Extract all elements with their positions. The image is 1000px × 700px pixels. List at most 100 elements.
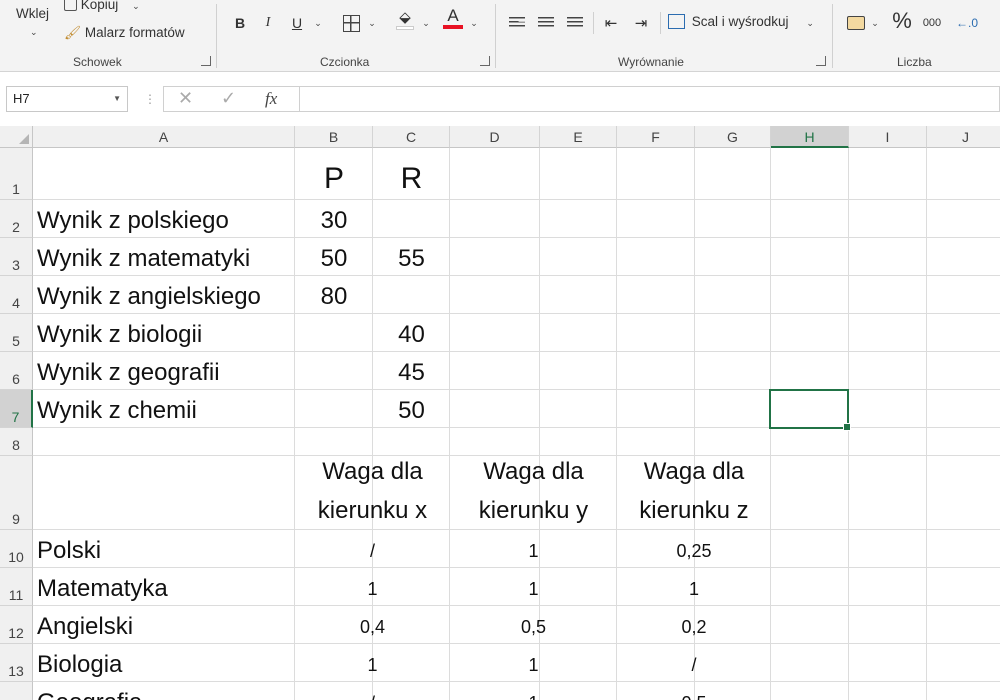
insert-function-button[interactable]: fx bbox=[265, 89, 277, 109]
cell-f14[interactable]: 0,5 bbox=[617, 682, 771, 700]
clipboard-dialog-launcher-icon[interactable] bbox=[201, 56, 211, 66]
cell-b11[interactable]: 1 bbox=[295, 568, 450, 606]
cell-b14[interactable]: / bbox=[295, 682, 450, 700]
align-center-button[interactable] bbox=[536, 11, 556, 35]
cell-f13[interactable]: / bbox=[617, 644, 771, 682]
cell-c5[interactable]: 40 bbox=[373, 314, 450, 352]
row-header-5[interactable]: 5 bbox=[0, 314, 33, 352]
cell-d9[interactable]: Waga dla kierunku y bbox=[450, 456, 617, 530]
column-header-b[interactable]: B bbox=[295, 126, 373, 148]
bold-button[interactable]: B bbox=[230, 11, 250, 35]
cell-d14[interactable]: 1 bbox=[450, 682, 617, 700]
cell-b2[interactable]: 30 bbox=[295, 200, 373, 238]
column-header-h[interactable]: H bbox=[771, 126, 849, 148]
row-header-1[interactable]: 1 bbox=[0, 148, 33, 200]
merge-center-button[interactable]: Scal i wyśrodkuj ⌄ bbox=[668, 14, 814, 29]
merge-dropdown-icon[interactable]: ⌄ bbox=[806, 18, 814, 28]
cell-f12[interactable]: 0,2 bbox=[617, 606, 771, 644]
row-header-14[interactable]: 14 bbox=[0, 682, 33, 700]
alignment-dialog-launcher-icon[interactable] bbox=[816, 56, 826, 66]
cell-a11[interactable]: Matematyka bbox=[33, 568, 295, 606]
row-header-4[interactable]: 4 bbox=[0, 276, 33, 314]
copy-button[interactable]: Kopiuj ⌄ bbox=[64, 0, 140, 12]
column-header-d[interactable]: D bbox=[450, 126, 540, 148]
cancel-icon[interactable]: ✕ bbox=[178, 88, 193, 109]
cell-a2[interactable]: Wynik z polskiego bbox=[33, 200, 295, 238]
cell-b9[interactable]: Waga dla kierunku x bbox=[295, 456, 450, 530]
accounting-dropdown-icon[interactable]: ⌄ bbox=[869, 11, 881, 35]
increase-decimal-button[interactable]: ←.0 bbox=[955, 11, 979, 35]
cell-c6[interactable]: 45 bbox=[373, 352, 450, 390]
cell-a3[interactable]: Wynik z matematyki bbox=[33, 238, 295, 276]
cell-a7[interactable]: Wynik z chemii bbox=[33, 390, 295, 428]
row-header-13[interactable]: 13 bbox=[0, 644, 33, 682]
cell-d13[interactable]: 1 bbox=[450, 644, 617, 682]
enter-icon[interactable]: ✓ bbox=[221, 88, 236, 109]
row-header-12[interactable]: 12 bbox=[0, 606, 33, 644]
underline-dropdown-icon[interactable]: ⌄ bbox=[312, 11, 324, 35]
decrease-indent-button[interactable]: ⇤ bbox=[600, 11, 622, 35]
cell-a10[interactable]: Polski bbox=[33, 530, 295, 568]
row-header-8[interactable]: 8 bbox=[0, 428, 33, 456]
comma-style-button[interactable]: 000 bbox=[918, 11, 946, 35]
row-header-10[interactable]: 10 bbox=[0, 530, 33, 568]
cell-a13[interactable]: Biologia bbox=[33, 644, 295, 682]
column-header-j[interactable]: J bbox=[927, 126, 1000, 148]
cell-f10[interactable]: 0,25 bbox=[617, 530, 771, 568]
paste-button[interactable]: Wklej bbox=[16, 6, 49, 21]
column-header-c[interactable]: C bbox=[373, 126, 450, 148]
paste-dropdown-icon[interactable]: ⌄ bbox=[30, 27, 38, 38]
cell-c3[interactable]: 55 bbox=[373, 238, 450, 276]
borders-dropdown-icon[interactable]: ⌄ bbox=[366, 11, 378, 35]
cell-f9[interactable]: Waga dla kierunku z bbox=[617, 456, 771, 530]
active-cell-selection bbox=[769, 389, 851, 431]
cell-b4[interactable]: 80 bbox=[295, 276, 373, 314]
column-header-f[interactable]: F bbox=[617, 126, 695, 148]
column-header-g[interactable]: G bbox=[695, 126, 771, 148]
cell-d11[interactable]: 1 bbox=[450, 568, 617, 606]
cell-a5[interactable]: Wynik z biologii bbox=[33, 314, 295, 352]
copy-dropdown-icon[interactable]: ⌄ bbox=[132, 1, 140, 11]
cell-a14[interactable]: Geografia bbox=[33, 682, 295, 700]
cell-b3[interactable]: 50 bbox=[295, 238, 373, 276]
cell-b12[interactable]: 0,4 bbox=[295, 606, 450, 644]
row-header-3[interactable]: 3 bbox=[0, 238, 33, 276]
fill-color-dropdown-icon[interactable]: ⌄ bbox=[420, 11, 432, 35]
borders-button[interactable] bbox=[340, 11, 362, 35]
align-right-button[interactable] bbox=[565, 11, 585, 35]
row-header-11[interactable]: 11 bbox=[0, 568, 33, 606]
column-header-i[interactable]: I bbox=[849, 126, 927, 148]
cell-c1[interactable]: R bbox=[373, 148, 450, 200]
cell-b1[interactable]: P bbox=[295, 148, 373, 200]
cell-a12[interactable]: Angielski bbox=[33, 606, 295, 644]
font-color-button[interactable]: A bbox=[442, 6, 464, 30]
row-header-9[interactable]: 9 bbox=[0, 456, 33, 530]
column-header-a[interactable]: A bbox=[33, 126, 295, 148]
increase-indent-button[interactable]: ⇥ bbox=[630, 11, 652, 35]
cell-a6[interactable]: Wynik z geografii bbox=[33, 352, 295, 390]
select-all-button[interactable] bbox=[0, 126, 33, 148]
row-header-7[interactable]: 7 bbox=[0, 390, 33, 428]
font-color-dropdown-icon[interactable]: ⌄ bbox=[468, 11, 480, 35]
formula-input[interactable] bbox=[300, 86, 1000, 112]
cell-a4[interactable]: Wynik z angielskiego bbox=[33, 276, 295, 314]
cell-c7[interactable]: 50 bbox=[373, 390, 450, 428]
name-box-dropdown-icon[interactable]: ▼ bbox=[113, 94, 121, 103]
column-header-e[interactable]: E bbox=[540, 126, 617, 148]
cell-d10[interactable]: 1 bbox=[450, 530, 617, 568]
row-header-2[interactable]: 2 bbox=[0, 200, 33, 238]
format-painter-button[interactable]: 🖌 Malarz formatów bbox=[64, 25, 185, 41]
percent-style-button[interactable]: % bbox=[890, 8, 914, 33]
name-box[interactable]: H7 ▼ bbox=[6, 86, 128, 112]
accounting-format-button[interactable] bbox=[845, 11, 867, 35]
align-left-button[interactable] bbox=[507, 11, 527, 35]
cell-b10[interactable]: / bbox=[295, 530, 450, 568]
cell-f11[interactable]: 1 bbox=[617, 568, 771, 606]
underline-button[interactable]: U bbox=[287, 11, 307, 35]
italic-button[interactable]: I bbox=[258, 11, 278, 35]
row-header-6[interactable]: 6 bbox=[0, 352, 33, 390]
cell-b13[interactable]: 1 bbox=[295, 644, 450, 682]
cell-d12[interactable]: 0,5 bbox=[450, 606, 617, 644]
fill-color-button[interactable]: ⬙ bbox=[394, 8, 416, 32]
font-dialog-launcher-icon[interactable] bbox=[480, 56, 490, 66]
